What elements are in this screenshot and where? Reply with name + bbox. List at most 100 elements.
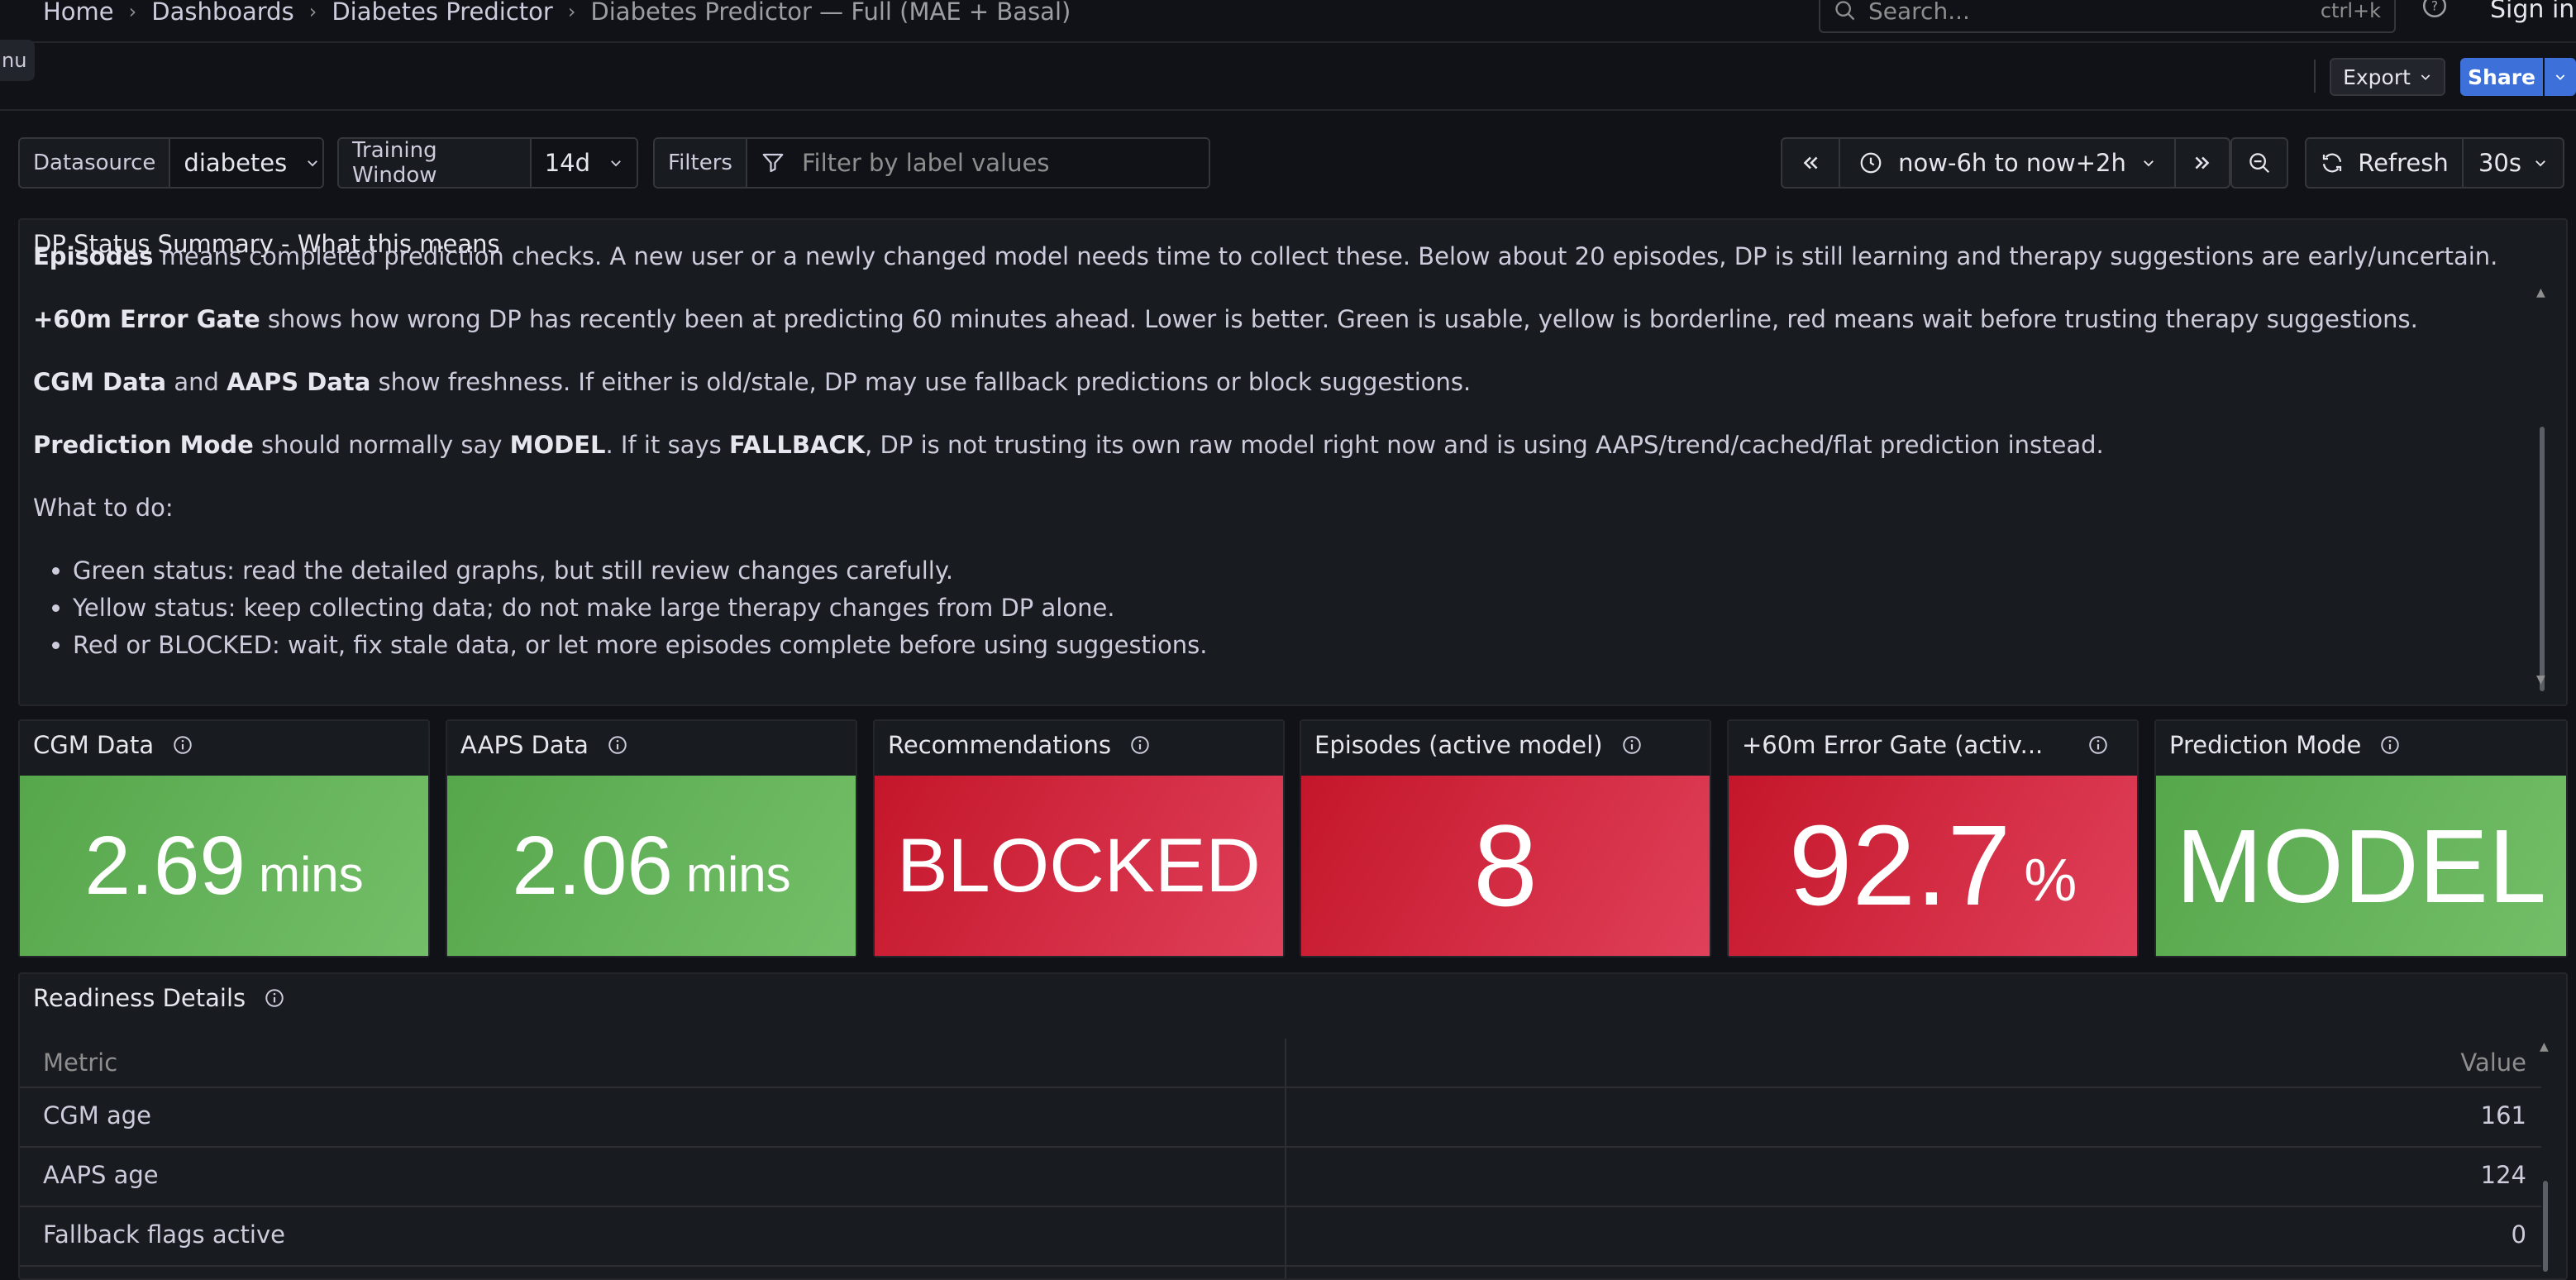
breadcrumb-home[interactable]: Home (43, 0, 114, 26)
value-cell: 0 (2511, 1220, 2526, 1249)
summary-paragraph-error-gate: +60m Error Gate shows how wrong DP has r… (33, 305, 2418, 333)
panel-title[interactable]: AAPS Data (460, 731, 628, 759)
column-header-value[interactable]: Value (2460, 1048, 2526, 1077)
dashboard-toolbar (0, 45, 2576, 111)
breadcrumb: Home › Dashboards › Diabetes Predictor ›… (0, 0, 1071, 26)
refresh-icon (2320, 150, 2345, 175)
filters-placeholder: Filter by label values (801, 149, 1050, 177)
info-icon[interactable] (1129, 734, 1151, 756)
scrollbar-thumb[interactable] (2540, 427, 2545, 691)
info-icon[interactable] (264, 987, 285, 1009)
stat-value-area: 2.06 mins (447, 776, 856, 956)
filters-variable: Filters Filter by label values (653, 137, 1210, 189)
column-header-metric[interactable]: Metric (43, 1048, 117, 1077)
chevron-right-icon: › (567, 0, 576, 23)
value-cell: 161 (2480, 1101, 2526, 1130)
stat-panel-prediction-mode: Prediction Mode MODEL (2154, 719, 2568, 958)
stat-value: 92.7 (1788, 801, 2011, 929)
stat-panel-recommendations: Recommendations BLOCKED (873, 719, 1285, 958)
chevron-down-icon (2533, 155, 2548, 170)
value-cell: 124 (2480, 1161, 2526, 1189)
chevron-down-icon (305, 155, 320, 170)
scroll-up-arrow[interactable]: ▲ (2540, 1040, 2549, 1053)
info-icon[interactable] (172, 734, 193, 756)
panel-title[interactable]: Recommendations (888, 731, 1151, 759)
export-label: Export (2343, 64, 2411, 89)
share-options-button[interactable] (2545, 58, 2576, 96)
datasource-variable: Datasource diabetes (18, 137, 324, 189)
training-window-value: 14d (544, 149, 590, 177)
panel-title[interactable]: CGM Data (33, 731, 193, 759)
chevron-down-icon (2141, 155, 2156, 170)
stat-panel-cgm-data: CGM Data 2.69 mins (18, 719, 430, 958)
scroll-up-arrow[interactable]: ▲ (2536, 286, 2545, 299)
summary-bullets: Green status: read the detailed graphs, … (33, 556, 2546, 660)
readiness-details-panel: Readiness Details Metric Value CGM age 1… (18, 972, 2568, 1280)
training-window-label: Training Window (339, 139, 532, 187)
training-window-select[interactable]: 14d (531, 139, 637, 187)
breadcrumb-dashboards[interactable]: Dashboards (151, 0, 293, 26)
datasource-select[interactable]: diabetes (170, 139, 322, 187)
panel-title[interactable]: Prediction Mode (2169, 731, 2401, 759)
export-button[interactable]: Export (2330, 58, 2445, 96)
metric-cell: CGM age (43, 1101, 151, 1130)
refresh-interval-value: 30s (2478, 149, 2521, 177)
stat-unit: % (2024, 848, 2077, 914)
datasource-value: diabetes (184, 149, 288, 177)
share-button[interactable]: Share (2460, 58, 2543, 96)
svg-text:?: ? (2431, 0, 2438, 14)
table-row[interactable]: CGM age 161 (20, 1088, 2541, 1148)
stat-value-area: BLOCKED (875, 776, 1283, 956)
info-icon[interactable] (2087, 734, 2109, 756)
search-input[interactable]: Search... ctrl+k (1819, 0, 2396, 33)
search-shortcut: ctrl+k (2320, 0, 2381, 22)
stat-unit: mins (685, 846, 791, 902)
help-icon[interactable]: ? (2421, 0, 2449, 20)
time-shift-forward-button[interactable] (2174, 137, 2230, 189)
filters-input[interactable]: Filter by label values (747, 139, 1209, 187)
datasource-label: Datasource (20, 139, 171, 187)
scrollbar-thumb[interactable] (2543, 1181, 2548, 1272)
clock-icon (1858, 150, 1883, 175)
summary-paragraph-episodes: Episodes means completed prediction chec… (33, 242, 2498, 270)
panel-title[interactable]: +60m Error Gate (activ... (1742, 731, 2109, 759)
filters-label: Filters (655, 139, 747, 187)
info-icon[interactable] (1621, 734, 1643, 756)
stat-panel-episodes: Episodes (active model) 8 (1300, 719, 1711, 958)
list-item: Red or BLOCKED: wait, fix stale data, or… (73, 630, 2546, 660)
search-icon (1834, 0, 1857, 22)
panel-title[interactable]: Episodes (active model) (1314, 731, 1643, 759)
info-icon[interactable] (607, 734, 628, 756)
search-placeholder: Search... (1868, 0, 1970, 25)
menu-tooltip: nu (0, 40, 35, 81)
table-row[interactable]: AAPS age 124 (20, 1148, 2541, 1207)
scroll-down-arrow[interactable]: ▼ (2536, 673, 2545, 686)
time-range-picker[interactable]: now-6h to now+2h (1839, 137, 2176, 189)
stat-value: MODEL (2175, 807, 2547, 924)
filter-icon (761, 150, 785, 175)
training-window-variable: Training Window 14d (337, 137, 638, 189)
table-row[interactable]: Fallback flags active 0 (20, 1207, 2541, 1267)
time-shift-back-button[interactable] (1781, 137, 1840, 189)
panel-title[interactable]: Readiness Details (33, 984, 285, 1012)
metric-cell: Fallback flags active (43, 1220, 285, 1249)
double-chevron-right-icon (2192, 152, 2213, 174)
stat-value-area: 2.69 mins (20, 776, 428, 956)
info-icon[interactable] (2379, 734, 2401, 756)
chevron-right-icon: › (128, 0, 137, 23)
status-summary-panel: DP Status Summary - What this means Epis… (18, 218, 2568, 706)
refresh-interval-picker[interactable]: 30s (2462, 137, 2564, 189)
zoom-out-button[interactable] (2230, 137, 2288, 189)
metric-cell: AAPS age (43, 1161, 159, 1189)
summary-paragraph-mode: Prediction Mode should normally say MODE… (33, 431, 2104, 459)
table-header: Metric Value (20, 1037, 2541, 1088)
chevron-down-icon (2554, 70, 2567, 84)
refresh-button[interactable]: Refresh (2305, 137, 2464, 189)
breadcrumb-current-dashboard: Diabetes Predictor — Full (MAE + Basal) (590, 0, 1071, 26)
zoom-out-icon (2247, 150, 2272, 175)
sign-in-link[interactable]: Sign in (2490, 0, 2574, 24)
toolbar-divider (2314, 60, 2316, 93)
breadcrumb-folder[interactable]: Diabetes Predictor (332, 0, 553, 26)
stat-unit: mins (258, 846, 364, 902)
time-range-value: now-6h to now+2h (1898, 149, 2126, 177)
